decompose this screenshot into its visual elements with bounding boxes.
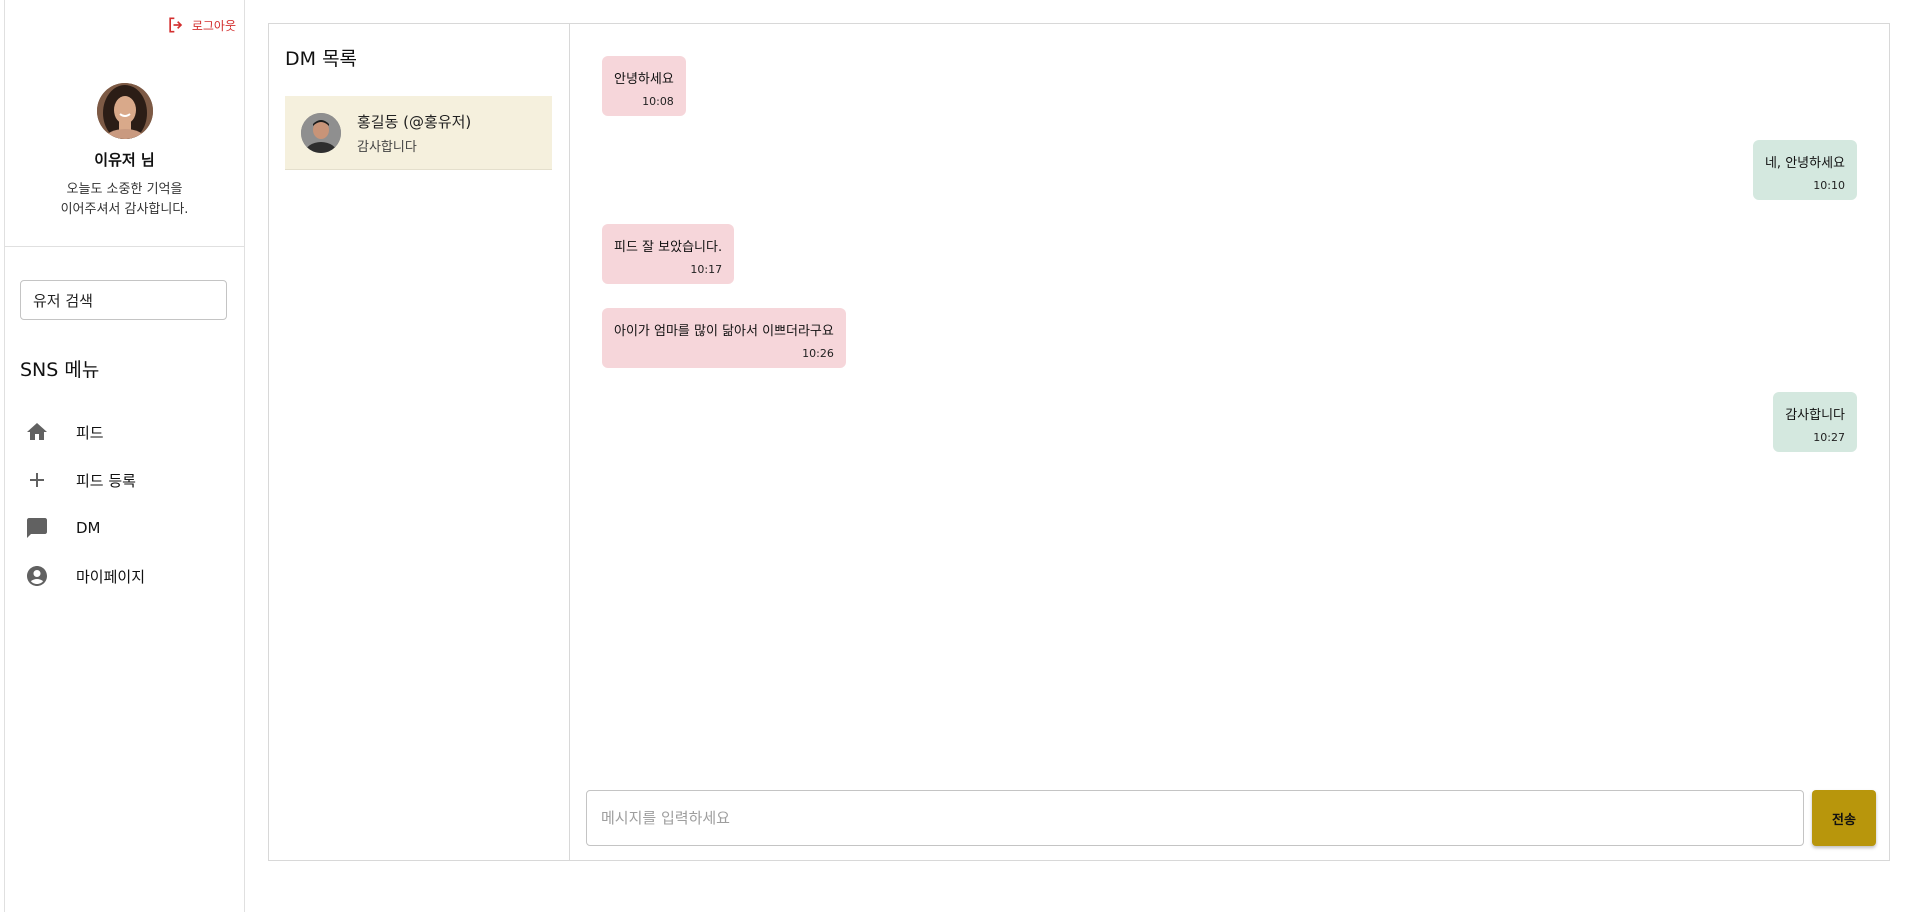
user-search-input[interactable] [20,280,227,320]
menu-item-label: 마이페이지 [76,567,146,586]
menu-item-dm[interactable]: DM [20,504,235,552]
logout-button[interactable]: 로그아웃 [166,15,236,35]
menu-item-mypage[interactable]: 마이페이지 [20,552,235,600]
menu-item-label: 피드 [76,423,104,442]
menu-item-feed[interactable]: 피드 [20,408,235,456]
profile-name: 이유저 님 [94,151,155,169]
home-icon [25,420,49,444]
message-text: 감사합니다 [1785,408,1845,423]
menu-title: SNS 메뉴 [20,359,100,381]
message-bubble-received: 아이가 엄마를 많이 닮아서 이쁘더라구요 10:26 [602,308,846,368]
dm-list-item[interactable]: 홍길동 (@홍유저) 감사합니다 [285,96,552,170]
message-bubble-sent: 네, 안녕하세요 10:10 [1752,140,1857,200]
menu-item-label: DM [76,519,101,537]
dm-list-title: DM 목록 [285,48,358,70]
message-text: 안녕하세요 [614,72,674,87]
dm-panel: DM 목록 홍길동 (@홍유저) 감사합니다 안녕하세요 10:08 네, 안녕… [268,23,1890,861]
sns-menu: 피드 피드 등록 DM 마이페이지 [20,408,235,600]
message-text: 피드 잘 보았습니다. [614,240,723,255]
message-time: 10:08 [642,95,674,108]
profile-card: 이유저 님 오늘도 소중한 기억을 이어주셔서 감사합니다. [5,83,244,220]
message-time: 10:10 [1813,179,1845,192]
logout-label: 로그아웃 [191,18,236,33]
message-bubble-received: 피드 잘 보았습니다. 10:17 [602,224,735,284]
profile-message: 오늘도 소중한 기억을 이어주셔서 감사합니다. [60,182,189,217]
message-bubble-sent: 감사합니다 10:27 [1773,392,1857,452]
message-text: 네, 안녕하세요 [1764,156,1845,171]
divider [5,246,244,247]
dm-item-last-message: 감사합니다 [357,139,417,155]
message-bubble-received: 안녕하세요 10:08 [602,56,686,116]
dm-item-text: 홍길동 (@홍유저) 감사합니다 [357,111,471,155]
message-input[interactable] [586,790,1804,846]
logout-icon [169,17,183,33]
message-text: 아이가 엄마를 많이 닮아서 이쁘더라구요 [614,324,834,339]
chat-icon [25,516,49,540]
avatar [301,112,341,153]
message-time: 10:17 [690,263,723,276]
plus-icon [25,468,49,492]
dm-item-name: 홍길동 (@홍유저) [357,112,472,131]
message-time: 10:26 [802,347,834,360]
avatar [96,83,153,139]
menu-item-add-feed[interactable]: 피드 등록 [20,456,235,504]
message-time: 10:27 [1813,431,1845,444]
chat-area: 안녕하세요 10:08 네, 안녕하세요 10:10 피드 잘 보았습니다. 1… [570,24,1889,860]
menu-item-label: 피드 등록 [76,471,136,490]
dm-list: DM 목록 홍길동 (@홍유저) 감사합니다 [269,24,570,860]
account-circle-icon [25,564,49,588]
sidebar: 로그아웃 이유저 님 오늘도 소중한 기억을 이어주셔서 감사합니다. SNS … [4,0,245,912]
send-button[interactable]: 전송 [1812,790,1876,846]
